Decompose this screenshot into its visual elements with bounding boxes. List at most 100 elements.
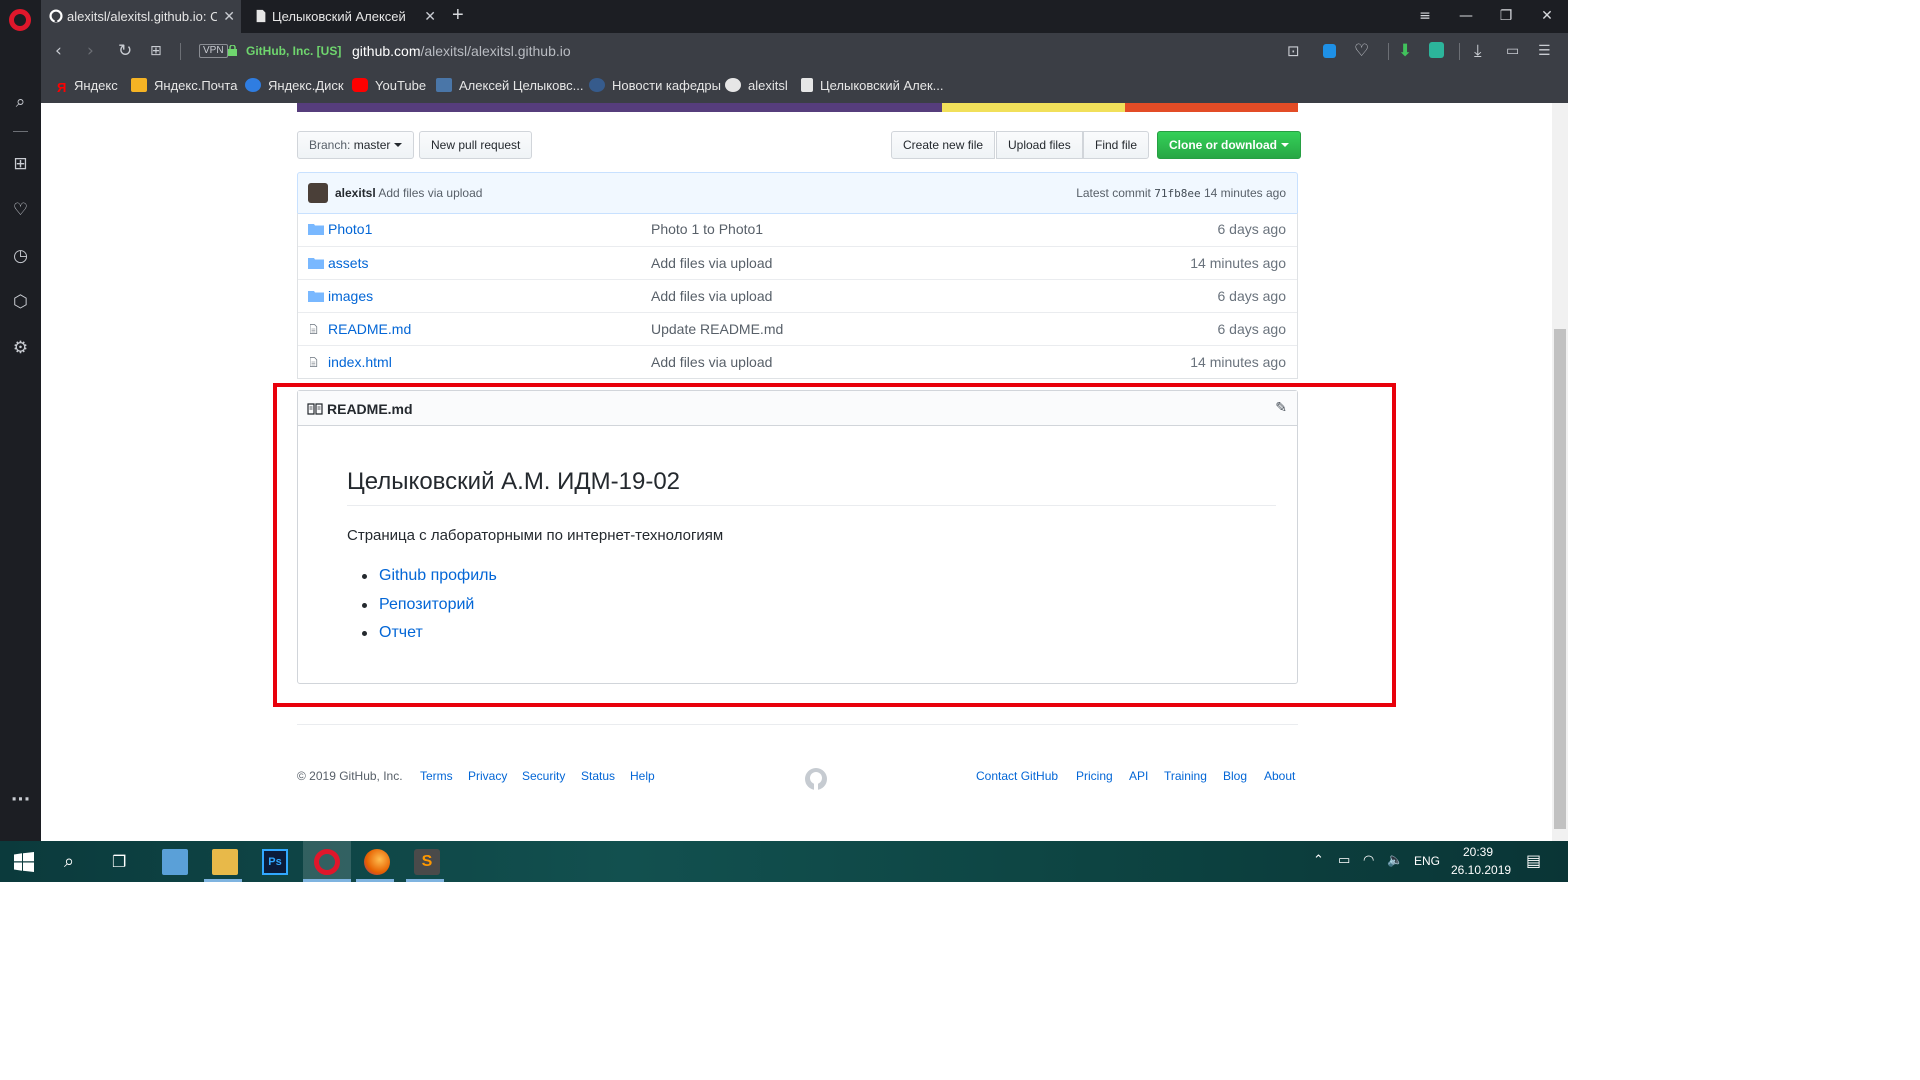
wifi-icon[interactable]: ◠ <box>1363 853 1374 868</box>
task-view-icon[interactable]: ❐ <box>112 852 126 871</box>
opera-icon[interactable] <box>314 849 340 875</box>
extension-icon[interactable] <box>1429 42 1444 58</box>
file-commit-message[interactable]: Add files via upload <box>651 247 772 279</box>
firefox-icon[interactable] <box>364 849 390 875</box>
language-bar-js[interactable] <box>942 103 1125 112</box>
heart-icon[interactable]: ♡ <box>0 200 41 220</box>
scrollbar-thumb[interactable] <box>1554 329 1566 829</box>
footer-link-terms[interactable]: Terms <box>420 769 453 783</box>
new-pull-request-button[interactable]: New pull request <box>419 131 533 159</box>
bookmark-department-news[interactable]: Новости кафедры <box>589 78 721 94</box>
back-icon[interactable]: ‹ <box>55 41 62 61</box>
forward-icon[interactable]: › <box>87 41 94 61</box>
commit-sha[interactable]: 71fb8ee <box>1154 187 1200 200</box>
bookmark-personal-page[interactable]: Целыковский Алек... <box>801 78 944 94</box>
opera-logo-icon[interactable] <box>9 9 31 31</box>
lock-icon[interactable] <box>228 45 237 56</box>
commit-author[interactable]: alexitsl <box>335 186 376 200</box>
clock-date[interactable]: 26.10.2019 <box>1451 863 1511 877</box>
more-dots-icon[interactable]: ··· <box>0 790 41 810</box>
branch-select-button[interactable]: Branch: master <box>297 131 415 159</box>
file-commit-message[interactable]: Update README.md <box>651 313 783 345</box>
avatar[interactable] <box>308 183 328 203</box>
heart-icon[interactable]: ♡ <box>1354 41 1369 61</box>
footer-link-contact[interactable]: Contact GitHub <box>976 769 1058 783</box>
shield-icon[interactable] <box>1323 44 1336 58</box>
file-commit-message[interactable]: Photo 1 to Photo1 <box>651 213 763 245</box>
footer-link-pricing[interactable]: Pricing <box>1076 769 1113 783</box>
chevron-down-icon <box>394 143 403 147</box>
bookmark-github-profile[interactable]: alexitsl <box>725 78 788 94</box>
branch-name: master <box>353 138 391 152</box>
volume-muted-icon[interactable]: 🔈 <box>1387 853 1403 868</box>
reload-icon[interactable]: ↻ <box>118 41 132 61</box>
certificate-label[interactable]: GitHub, Inc. [US] <box>246 44 341 58</box>
bookmark-youtube[interactable]: YouTube <box>352 78 426 94</box>
new-tab-button[interactable]: + <box>452 4 464 27</box>
folder-icon <box>308 291 324 302</box>
file-commit-message[interactable]: Add files via upload <box>651 280 772 312</box>
file-commit-message[interactable]: Add files via upload <box>651 346 772 378</box>
download-extension-icon[interactable]: ⬇ <box>1398 41 1412 61</box>
speed-dial-grid-icon[interactable]: ⊞ <box>150 41 162 61</box>
close-window-icon[interactable]: ✕ <box>1527 0 1567 33</box>
sublime-text-icon[interactable]: S <box>414 849 440 875</box>
footer-link-security[interactable]: Security <box>522 769 565 783</box>
search-icon[interactable]: ⌕ <box>0 92 41 112</box>
upload-files-button[interactable]: Upload files <box>996 131 1083 159</box>
file-name[interactable]: README.md <box>328 313 411 345</box>
tab-menu-icon[interactable]: ≡ <box>1405 0 1445 33</box>
footer-link-status[interactable]: Status <box>581 769 615 783</box>
footer-link-about[interactable]: About <box>1264 769 1295 783</box>
photoshop-icon[interactable]: Ps <box>262 849 288 875</box>
history-clock-icon[interactable]: ◷ <box>0 246 41 266</box>
minimize-icon[interactable]: — <box>1446 0 1486 33</box>
tray-chevron-up-icon[interactable]: ⌃ <box>1313 853 1324 868</box>
footer-link-training[interactable]: Training <box>1164 769 1207 783</box>
extensions-cube-icon[interactable]: ⬡ <box>0 292 41 312</box>
camera-icon[interactable]: ⊡ <box>1287 41 1300 61</box>
file-explorer-icon[interactable] <box>212 849 238 875</box>
close-tab-icon[interactable]: ✕ <box>223 0 235 33</box>
easy-setup-icon[interactable]: ☰ <box>1538 41 1551 61</box>
github-mark-icon[interactable] <box>804 767 828 791</box>
settings-gear-icon[interactable]: ⚙ <box>0 338 41 358</box>
create-new-file-button[interactable]: Create new file <box>891 131 996 159</box>
vpn-badge[interactable]: VPN <box>199 44 228 58</box>
language-indicator[interactable]: ENG <box>1414 854 1440 868</box>
footer-link-privacy[interactable]: Privacy <box>468 769 507 783</box>
page-scrollbar[interactable] <box>1552 103 1568 841</box>
footer-link-blog[interactable]: Blog <box>1223 769 1247 783</box>
bookmark-yandex-disk[interactable]: Яндекс.Диск <box>245 78 344 94</box>
file-name[interactable]: Photo1 <box>328 213 372 245</box>
language-bar-html[interactable] <box>297 103 942 112</box>
search-icon[interactable]: ⌕ <box>64 851 74 872</box>
bookmark-yandex-mail[interactable]: Яндекс.Почта <box>131 78 237 94</box>
restore-icon[interactable]: ❐ <box>1486 0 1526 33</box>
find-file-button[interactable]: Find file <box>1083 131 1150 159</box>
notification-center-icon[interactable]: ▤ <box>1526 851 1541 870</box>
bookmark-vk[interactable]: Алексей Целыковс... <box>436 78 583 94</box>
file-name[interactable]: index.html <box>328 346 392 378</box>
footer-link-api[interactable]: API <box>1129 769 1148 783</box>
close-tab-icon[interactable]: ✕ <box>424 0 436 33</box>
tab-bar: alexitsl/alexitsl.github.io: Cт ✕ Целыко… <box>41 0 1568 33</box>
file-name[interactable]: images <box>328 280 373 312</box>
url-field[interactable]: github.com/alexitsl/alexitsl.github.io <box>352 43 571 59</box>
language-bar-css[interactable] <box>1125 103 1298 112</box>
commit-message[interactable]: Add files via upload <box>378 186 482 200</box>
footer-link-help[interactable]: Help <box>630 769 655 783</box>
clone-or-download-button[interactable]: Clone or download <box>1157 131 1301 159</box>
bookmark-yandex[interactable]: Я Яндекс <box>57 78 118 95</box>
battery-icon[interactable]: ▭ <box>1506 41 1519 61</box>
computer-icon[interactable] <box>162 849 188 875</box>
windows-start-icon[interactable] <box>14 852 34 872</box>
tab-github-repo[interactable]: alexitsl/alexitsl.github.io: Cт ✕ <box>41 0 241 33</box>
clock-time[interactable]: 20:39 <box>1463 845 1493 859</box>
speed-dial-icon[interactable]: ⊞ <box>0 154 41 174</box>
downloads-icon[interactable]: ⤓ <box>1474 41 1482 61</box>
tab-personal-page[interactable]: Целыковский Алексей ✕ <box>246 0 442 33</box>
file-name[interactable]: assets <box>328 247 368 279</box>
battery-icon[interactable]: ▭ <box>1338 853 1350 868</box>
highlight-annotation-box <box>273 383 1396 707</box>
